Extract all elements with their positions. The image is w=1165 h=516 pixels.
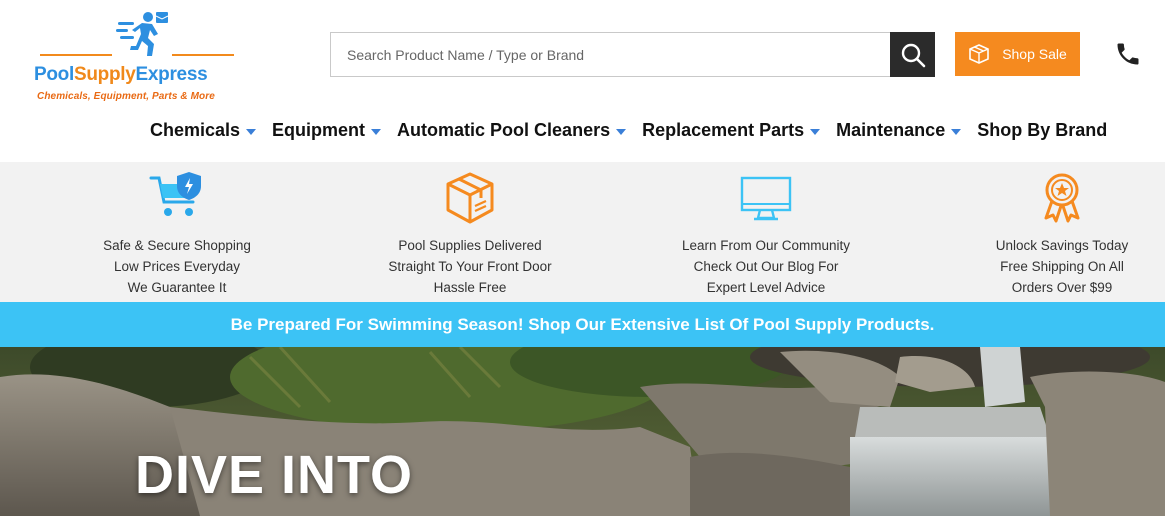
nav-maintenance[interactable]: Maintenance [836,120,962,141]
feature-line: Safe & Secure Shopping [103,238,251,253]
feature-line: Free Shipping On All [1000,259,1124,274]
feature-line: Pool Supplies Delivered [398,238,542,253]
phone-icon[interactable] [1114,40,1142,68]
chevron-down-icon [246,128,257,135]
feature-line: Learn From Our Community [681,238,851,253]
features-strip: Safe & Secure Shopping Low Prices Everyd… [0,162,1165,302]
chevron-down-icon [616,128,627,135]
award-ribbon-icon [1044,173,1080,223]
chevron-down-icon [371,128,382,135]
feature-secure-shopping: Safe & Secure Shopping Low Prices Everyd… [67,162,287,302]
feature-line: Hassle Free [433,280,507,295]
search-icon [901,43,925,67]
feature-line: Expert Level Advice [706,280,826,295]
nav-label: Equipment [272,120,366,140]
shopping-cart-shield-icon [149,172,201,216]
nav-equipment[interactable]: Equipment [272,120,382,141]
feature-community: Learn From Our Community Check Out Our B… [656,162,876,302]
nav-label: Shop By Brand [977,120,1108,140]
promo-banner[interactable]: Be Prepared For Swimming Season! Shop Ou… [0,302,1165,347]
feature-line: We Guarantee It [127,280,227,295]
main-nav: Chemicals Equipment Automatic Pool Clean… [150,120,1107,141]
hero-title: DIVE INTO [135,445,414,505]
nav-chemicals[interactable]: Chemicals [150,120,257,141]
package-icon [446,172,494,224]
feature-line: Orders Over $99 [1011,280,1113,295]
shop-sale-label: Shop Sale [1002,46,1067,62]
search-button[interactable] [890,32,935,77]
feature-line: Check Out Our Blog For [693,259,839,274]
promo-banner-text: Be Prepared For Swimming Season! Shop Ou… [230,314,935,334]
chevron-down-icon [951,128,962,135]
nav-replacement-parts[interactable]: Replacement Parts [642,120,821,141]
logo-word-pool: Pool [34,64,74,85]
logo-word-supply: Supply [73,64,136,85]
logo-divider-right [172,54,234,56]
logo-tagline: Chemicals, Equipment, Parts & More [37,91,215,102]
nav-label: Maintenance [836,120,946,140]
logo-wordmark: PoolSupplyExpress [34,64,208,86]
feature-delivery: Pool Supplies Delivered Straight To Your… [360,162,580,302]
site-logo[interactable]: PoolSupplyExpress Chemicals, Equipment, … [32,10,252,106]
nav-label: Chemicals [150,120,241,140]
nav-automatic-pool-cleaners[interactable]: Automatic Pool Cleaners [397,120,627,141]
feature-line: Straight To Your Front Door [388,259,552,274]
search-input[interactable] [330,32,890,77]
feature-savings: Unlock Savings Today Free Shipping On Al… [952,162,1165,302]
nav-label: Replacement Parts [642,120,805,140]
logo-divider-left [40,54,112,56]
shop-sale-button[interactable]: Shop Sale [955,32,1080,76]
hero-section: DIVE INTO [0,347,1165,516]
nav-shop-by-brand[interactable]: Shop By Brand [977,120,1107,141]
feature-line: Low Prices Everyday [113,259,241,274]
feature-line: Unlock Savings Today [995,238,1129,253]
box-icon [969,44,989,64]
nav-label: Automatic Pool Cleaners [397,120,611,140]
site-header: PoolSupplyExpress Chemicals, Equipment, … [0,0,1165,162]
monitor-icon [740,176,792,221]
runner-icon [116,12,169,56]
logo-word-express: Express [135,64,208,85]
chevron-down-icon [810,128,821,135]
